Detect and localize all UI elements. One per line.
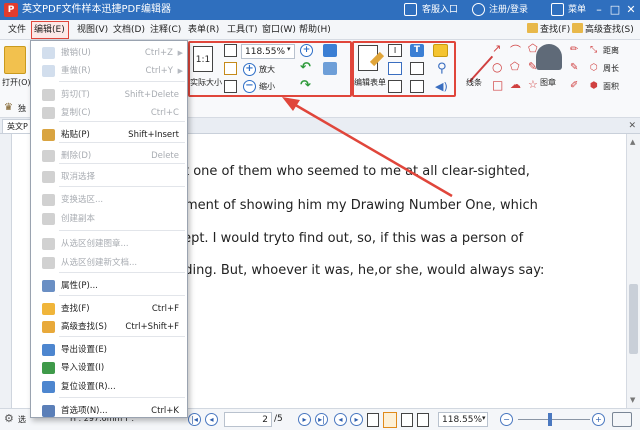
menu-item-label: 撤销(U) — [61, 48, 91, 58]
previous-page-icon[interactable]: ◂ — [205, 413, 218, 426]
menu-item-label: 取消选择 — [61, 172, 96, 182]
menu-separator — [59, 81, 185, 82]
menu-item-icon — [42, 238, 55, 250]
menu-item-label: 高级查找(S) — [61, 322, 108, 332]
menu-separator — [59, 295, 185, 296]
menu-item-label: 复制(C) — [61, 108, 91, 118]
edit-menu-item[interactable]: 从选区创建图章... — [31, 235, 187, 253]
menu-separator — [59, 397, 185, 398]
last-page-icon[interactable]: ▸| — [315, 413, 328, 426]
menu-item-label: 创建副本 — [61, 214, 96, 224]
menu-item-icon — [42, 213, 55, 225]
page-total-label: /5 — [274, 414, 283, 424]
menu-item-icon — [42, 150, 55, 162]
facing-pages-icon[interactable] — [401, 413, 413, 427]
menu-item-label: 属性(P)... — [61, 281, 98, 291]
menu-item-icon — [42, 171, 55, 183]
menu-item-label: 粘贴(P) — [61, 130, 90, 140]
menu-item-shortcut: Ctrl+Y — [145, 66, 173, 76]
forward-icon[interactable]: ▸ — [350, 413, 363, 426]
edit-menu-item[interactable]: 取消选择 — [31, 168, 187, 186]
edit-menu-item[interactable]: 查找(F) Ctrl+F — [31, 300, 187, 318]
menu-item-icon — [42, 65, 55, 77]
edit-menu-item[interactable]: 复位设置(R)... — [31, 378, 187, 396]
fullscreen-icon[interactable] — [612, 412, 632, 427]
submenu-arrow-icon: ▶ — [177, 67, 183, 75]
menu-item-shortcut: Delete — [151, 151, 179, 161]
edit-menu-item[interactable]: 属性(P)... — [31, 277, 187, 295]
menu-item-label: 重做(R) — [61, 66, 91, 76]
chevron-down-icon[interactable]: ▾ — [482, 414, 486, 422]
menu-item-shortcut: Ctrl+F — [151, 304, 179, 314]
next-page-icon[interactable]: ▸ — [298, 413, 311, 426]
status-zoom-select[interactable]: 118.55% — [438, 412, 488, 427]
menu-item-label: 删除(D) — [61, 151, 92, 161]
edit-menu-dropdown: 撤销(U) Ctrl+Z ▶ 重做(R) Ctrl+Y ▶ 剪切(T) Shift+Delet… — [30, 40, 188, 418]
edit-menu-item[interactable]: 删除(D) Delete — [31, 147, 187, 165]
menu-item-shortcut: Ctrl+C — [150, 108, 179, 118]
back-icon[interactable]: ◂ — [334, 413, 347, 426]
zoom-in-status-icon[interactable]: + — [592, 413, 605, 426]
edit-menu-item[interactable]: 创建副本 — [31, 210, 187, 228]
menu-item-icon — [42, 129, 55, 141]
menu-item-label: 导出设置(E) — [61, 345, 108, 355]
menu-separator — [59, 336, 185, 337]
menu-item-icon — [42, 47, 55, 59]
edit-menu-item[interactable]: 高级查找(S) Ctrl+Shift+F — [31, 318, 187, 336]
menu-item-icon — [42, 257, 55, 269]
menu-item-icon — [42, 89, 55, 101]
menu-item-shortcut: Ctrl+Z — [144, 48, 173, 58]
continuous-facing-icon[interactable] — [417, 413, 429, 427]
submenu-arrow-icon: ▶ — [177, 49, 183, 57]
menu-separator — [59, 186, 185, 187]
single-page-icon[interactable] — [367, 413, 379, 427]
menu-item-icon — [42, 303, 55, 315]
settings-gear-icon[interactable]: ⚙ — [4, 412, 14, 425]
edit-menu-item[interactable]: 从选区创建新文档... — [31, 254, 187, 272]
menu-item-label: 首选项(N)... — [61, 406, 108, 416]
edit-menu-item[interactable]: 导入设置(I) — [31, 359, 187, 377]
menu-item-shortcut: Shift+Delete — [124, 90, 179, 100]
page-number-input[interactable]: 2 — [224, 412, 272, 427]
edit-menu-item[interactable]: 导出设置(E) — [31, 341, 187, 359]
edit-menu-item[interactable]: 变换选区... — [31, 191, 187, 209]
menu-item-icon — [42, 107, 55, 119]
edit-menu-item[interactable]: 撤销(U) Ctrl+Z ▶ — [31, 44, 187, 62]
menu-item-label: 从选区创建图章... — [61, 239, 129, 249]
menu-separator — [59, 272, 185, 273]
menu-item-label: 查找(F) — [61, 304, 90, 314]
menu-item-label: 导入设置(I) — [61, 363, 105, 373]
continuous-page-icon[interactable] — [383, 412, 397, 428]
edit-menu-item[interactable]: 重做(R) Ctrl+Y ▶ — [31, 62, 187, 80]
edit-menu-item[interactable]: 复制(C) Ctrl+C — [31, 104, 187, 122]
menu-item-label: 剪切(T) — [61, 90, 90, 100]
menu-item-label: 复位设置(R)... — [61, 382, 116, 392]
edit-menu-item[interactable]: 首选项(N)... Ctrl+K — [31, 402, 187, 420]
menu-item-shortcut: Shift+Insert — [128, 130, 179, 140]
select-mode-label[interactable]: 选 — [18, 414, 26, 425]
menu-item-icon — [42, 405, 55, 417]
zoom-out-status-icon[interactable]: − — [500, 413, 513, 426]
zoom-slider-thumb[interactable] — [548, 413, 552, 426]
menu-item-icon — [42, 344, 55, 356]
menu-item-shortcut: Ctrl+K — [151, 406, 179, 416]
first-page-icon[interactable]: |◂ — [188, 413, 201, 426]
menu-item-icon — [42, 280, 55, 292]
menu-item-icon — [42, 362, 55, 374]
menu-item-label: 从选区创建新文档... — [61, 258, 138, 268]
menu-item-shortcut: Ctrl+Shift+F — [125, 322, 179, 332]
menu-item-icon — [42, 194, 55, 206]
menu-item-label: 变换选区... — [61, 195, 104, 205]
menu-separator — [59, 230, 185, 231]
zoom-slider-track[interactable] — [518, 419, 590, 420]
edit-menu-item[interactable]: 剪切(T) Shift+Delete — [31, 86, 187, 104]
menu-item-icon — [42, 321, 55, 333]
menu-item-icon — [42, 381, 55, 393]
edit-menu-item[interactable]: 粘贴(P) Shift+Insert — [31, 126, 187, 144]
